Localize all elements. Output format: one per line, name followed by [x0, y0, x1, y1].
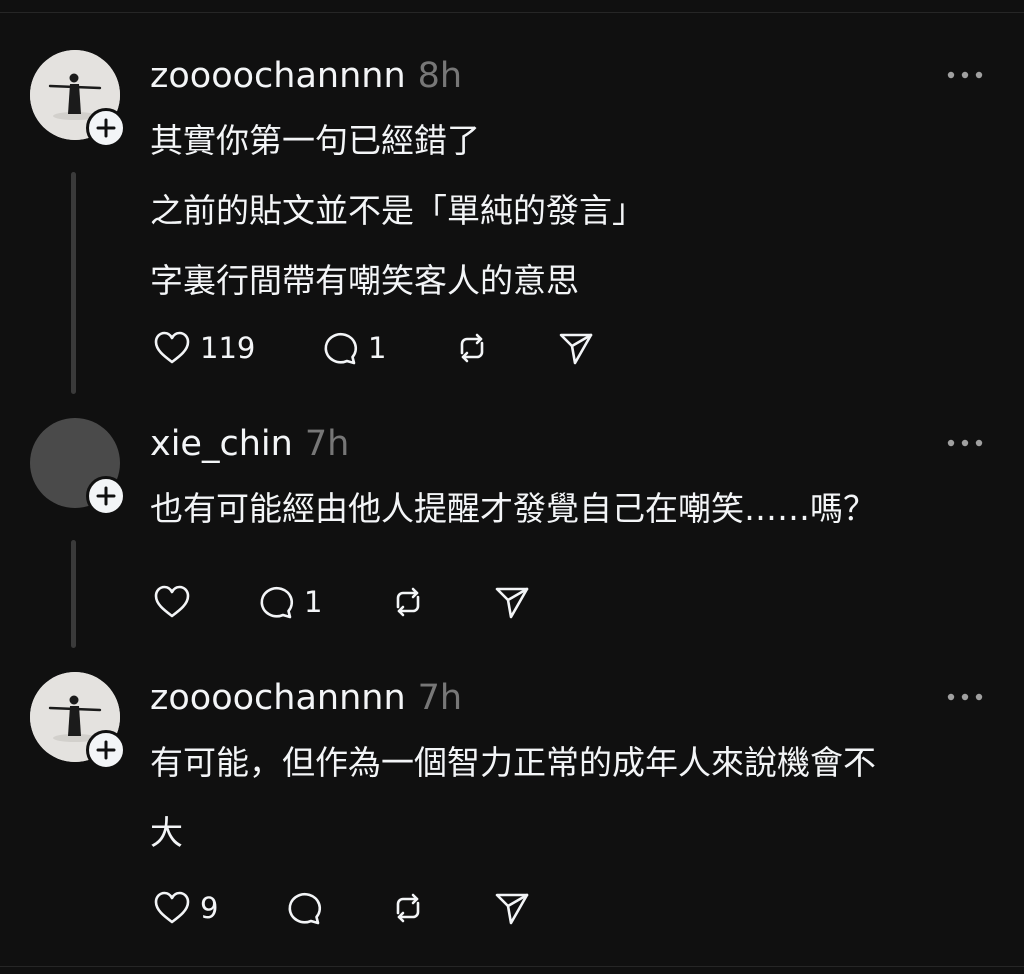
- comment-text: 有可能，但作為一個智力正常的成年人來說機會不 大: [150, 728, 1010, 868]
- follow-button[interactable]: [86, 108, 126, 148]
- comment-line: 之前的貼文並不是「單純的發言」: [150, 191, 645, 230]
- speech-bubble-icon: [324, 332, 358, 365]
- comment-header: zoooochannnn 8h: [150, 54, 462, 98]
- username[interactable]: zoooochannnn: [150, 676, 406, 720]
- heart-icon: [154, 585, 190, 618]
- send-icon: [495, 587, 529, 619]
- send-icon: [495, 893, 529, 925]
- repost-icon: [396, 893, 420, 923]
- follow-button[interactable]: [86, 730, 126, 770]
- top-divider: [0, 12, 1024, 13]
- share-button[interactable]: [554, 326, 598, 370]
- repost-button[interactable]: [386, 580, 430, 624]
- bottom-divider: [0, 966, 1024, 967]
- send-icon: [559, 333, 593, 365]
- heart-icon: [154, 331, 190, 364]
- comment-text: 其實你第一句已經錯了 之前的貼文並不是「單純的發言」 字裏行間帶有嘲笑客人的意思: [150, 106, 1010, 316]
- comment-header: xie_chin 7h: [150, 422, 349, 466]
- more-dots-icon: [947, 439, 983, 447]
- timestamp: 8h: [417, 56, 463, 96]
- repost-button[interactable]: [386, 886, 430, 930]
- plus-icon: [96, 486, 116, 506]
- comment-line: 也有可能經由他人提醒才發覺自己在嘲笑……嗎？: [150, 489, 876, 528]
- more-dots-icon: [947, 693, 983, 701]
- like-count: 119: [200, 331, 256, 365]
- follow-button[interactable]: [86, 476, 126, 516]
- reply-count: 1: [368, 331, 387, 365]
- plus-icon: [96, 118, 116, 138]
- more-button[interactable]: [940, 682, 990, 712]
- comment-text: 也有可能經由他人提醒才發覺自己在嘲笑……嗎？: [150, 474, 1010, 544]
- repost-button[interactable]: [450, 326, 494, 370]
- heart-icon: [154, 891, 190, 924]
- timestamp: 7h: [304, 424, 350, 464]
- repost-icon: [460, 333, 484, 363]
- more-button[interactable]: [940, 428, 990, 458]
- comment-line: 其實你第一句已經錯了: [150, 121, 480, 160]
- thread-line: [71, 540, 76, 648]
- reply-button[interactable]: 1: [254, 580, 322, 624]
- reply-count: 1: [304, 585, 323, 619]
- like-count: 9: [200, 891, 219, 925]
- timestamp: 7h: [417, 678, 463, 718]
- speech-bubble-icon: [288, 892, 322, 925]
- reply-button[interactable]: [282, 886, 326, 930]
- more-button[interactable]: [940, 60, 990, 90]
- username[interactable]: xie_chin: [150, 422, 293, 466]
- comment-line: 有可能，但作為一個智力正常的成年人來說機會不: [150, 743, 876, 782]
- thread-line: [71, 172, 76, 394]
- more-dots-icon: [947, 71, 983, 79]
- username[interactable]: zoooochannnn: [150, 54, 406, 98]
- like-button[interactable]: 9: [150, 886, 218, 930]
- repost-icon: [396, 587, 420, 617]
- comment-header: zoooochannnn 7h: [150, 676, 462, 720]
- like-button[interactable]: 119: [150, 326, 255, 370]
- plus-icon: [96, 740, 116, 760]
- comment-line: 大: [150, 813, 183, 852]
- reply-button[interactable]: 1: [318, 326, 386, 370]
- speech-bubble-icon: [260, 586, 294, 619]
- share-button[interactable]: [490, 886, 534, 930]
- like-button[interactable]: [150, 580, 194, 624]
- share-button[interactable]: [490, 580, 534, 624]
- comment-line: 字裏行間帶有嘲笑客人的意思: [150, 261, 579, 300]
